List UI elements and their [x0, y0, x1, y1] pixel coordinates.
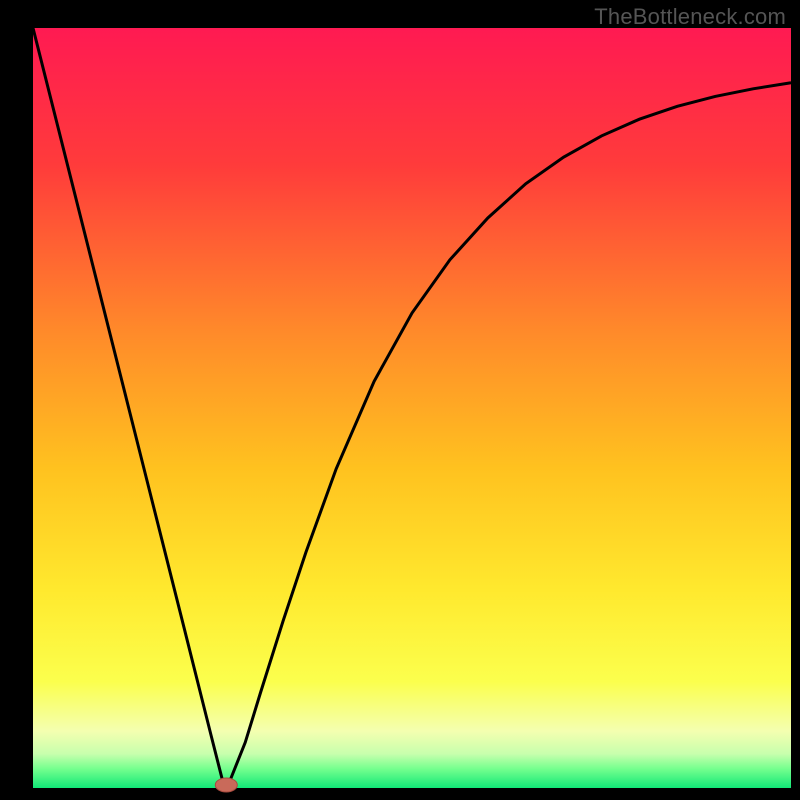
plot-background	[33, 28, 791, 788]
bottleneck-chart	[0, 0, 800, 800]
watermark-text: TheBottleneck.com	[594, 4, 786, 30]
chart-frame: { "watermark": "TheBottleneck.com", "col…	[0, 0, 800, 800]
optimal-point-marker	[215, 778, 237, 792]
